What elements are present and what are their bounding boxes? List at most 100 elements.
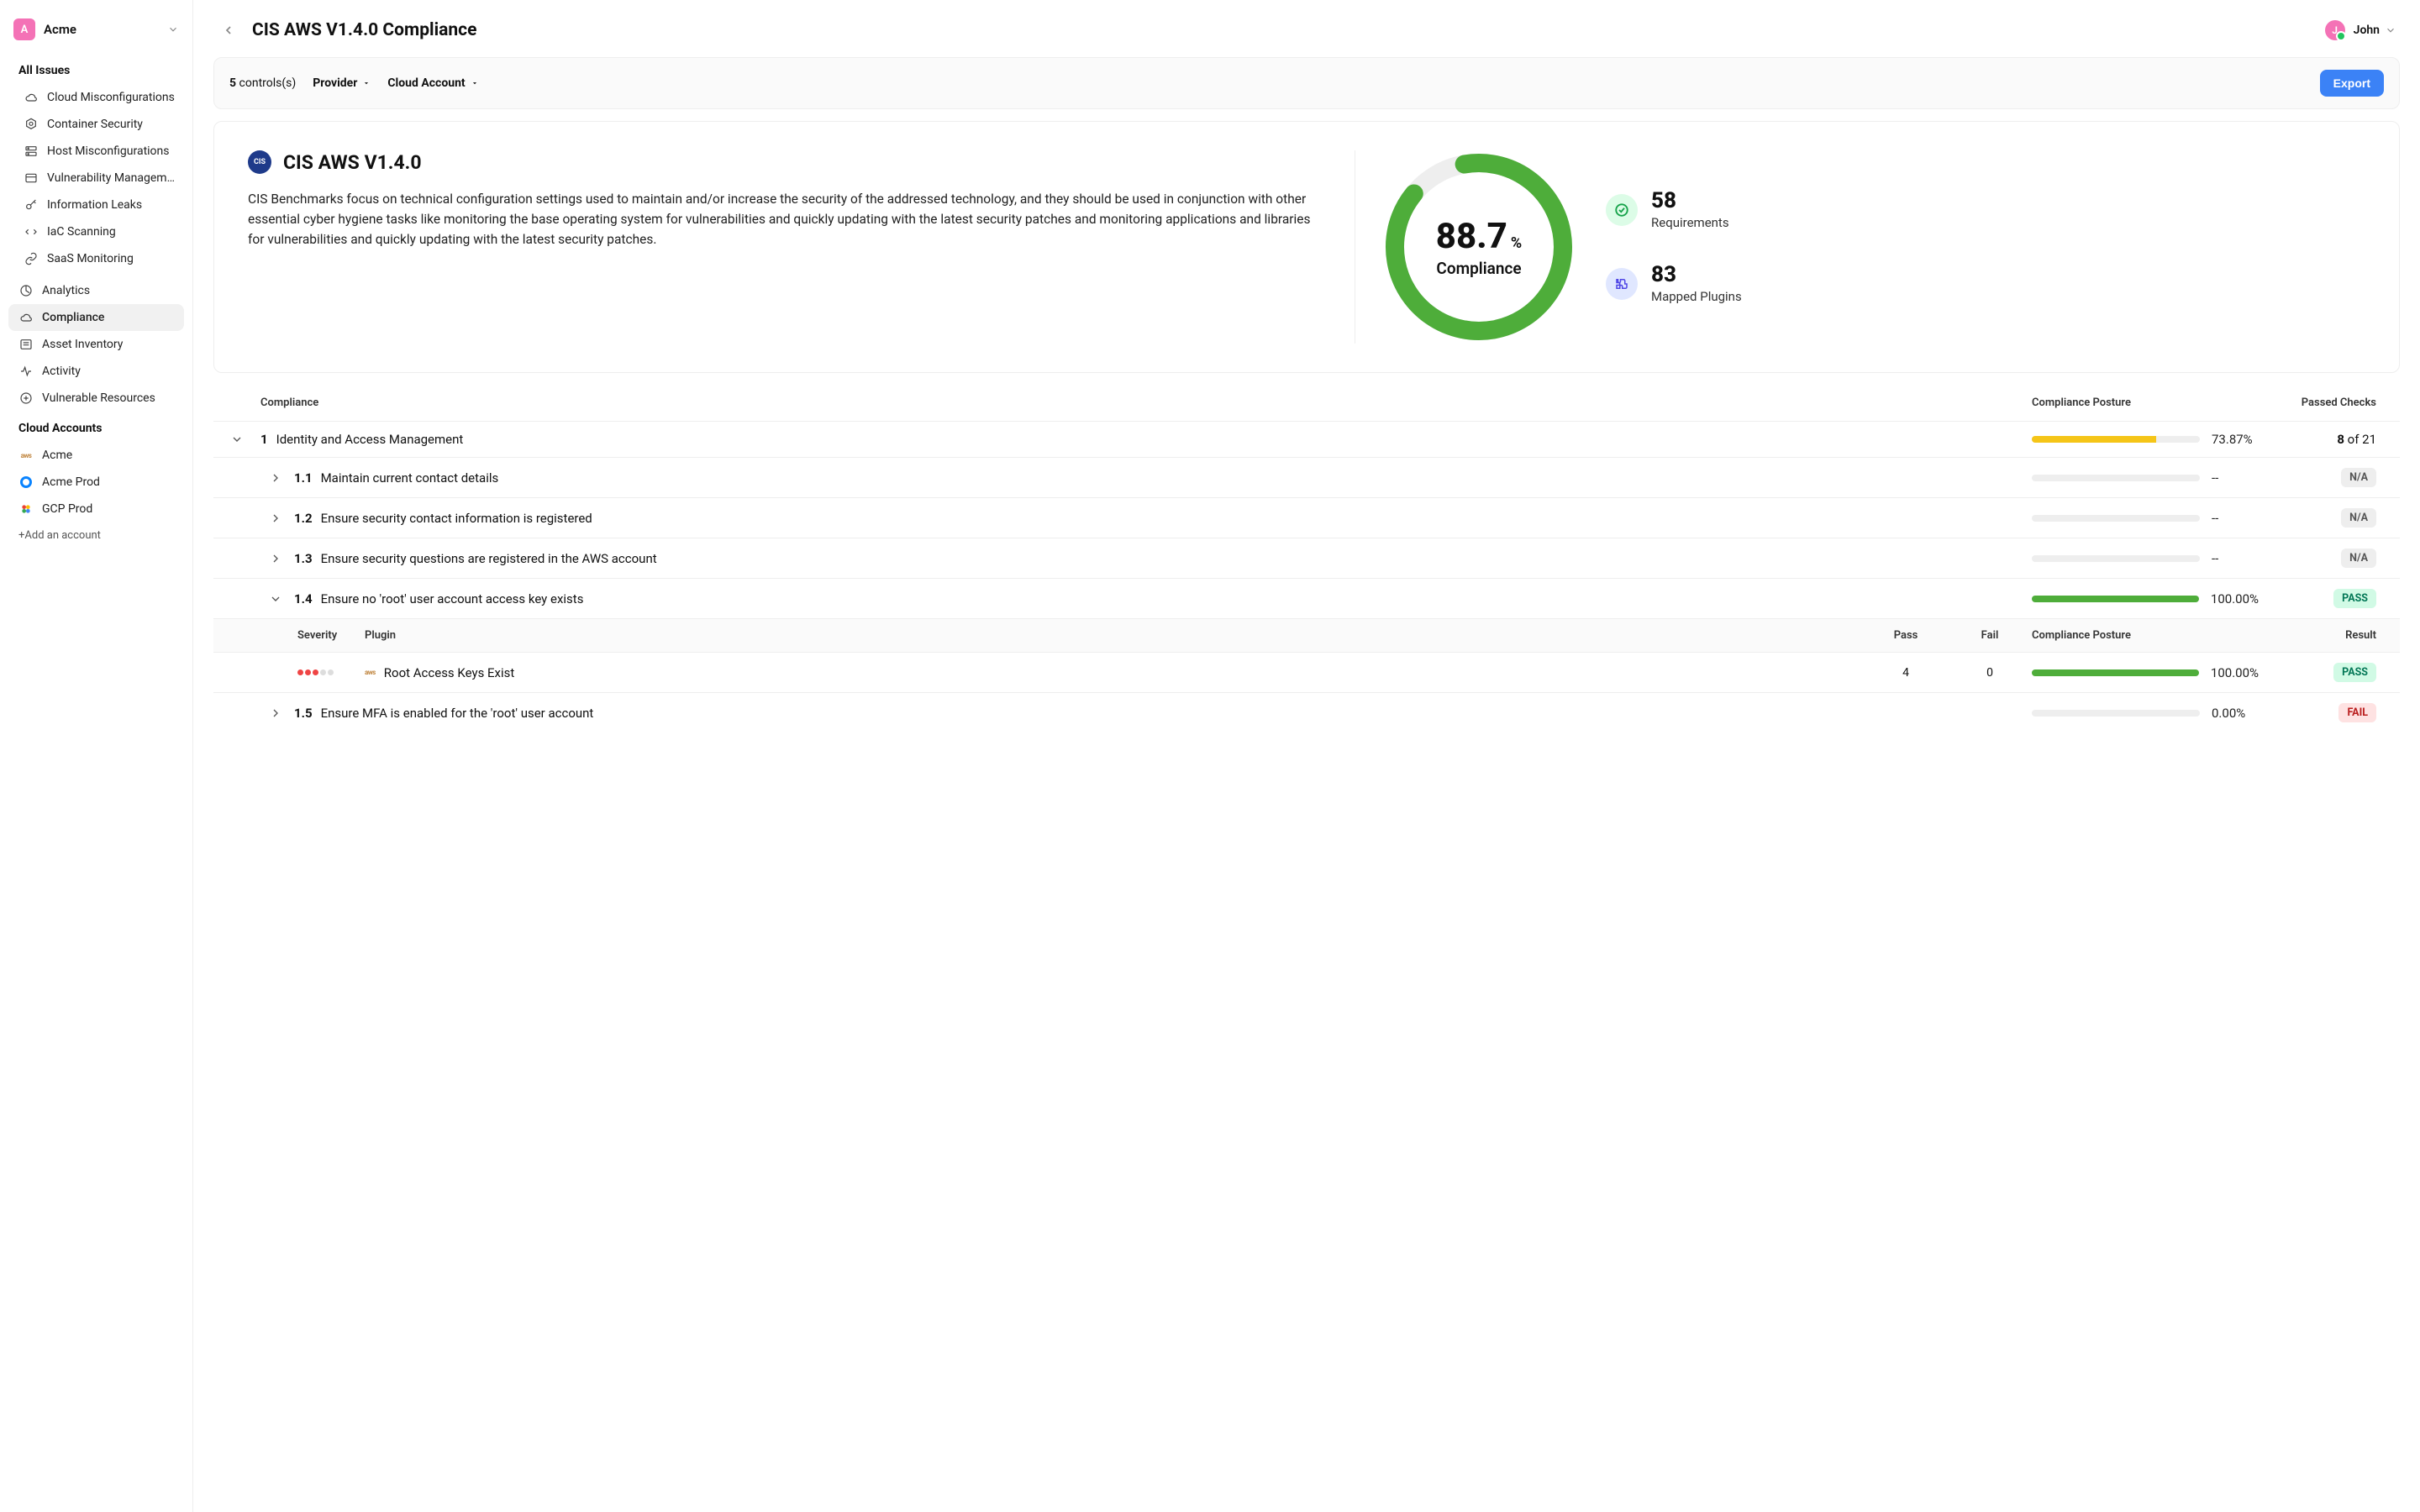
export-button[interactable]: Export <box>2320 70 2384 97</box>
table-row[interactable]: 1.1 Maintain current contact details -- … <box>213 457 2400 497</box>
check-circle-icon <box>1606 194 1638 226</box>
chevron-left-icon <box>222 24 235 37</box>
gcp-icon <box>18 501 34 517</box>
back-button[interactable] <box>217 18 240 42</box>
posture-bar <box>2032 475 2200 481</box>
expand-toggle[interactable] <box>227 433 247 446</box>
expand-toggle[interactable] <box>266 552 286 565</box>
table-row[interactable]: 1.3 Ensure security questions are regist… <box>213 538 2400 578</box>
main: CIS AWS V1.4.0 Compliance J John 5 contr… <box>193 0 2420 1512</box>
code-icon <box>24 224 39 239</box>
cis-badge-icon: CIS <box>248 150 271 174</box>
compliance-label: Compliance <box>1436 259 1521 278</box>
sidebar-issue-1[interactable]: Container Security <box>8 111 184 138</box>
filter-bar: 5 controls(s) Provider Cloud Account Exp… <box>213 57 2400 109</box>
user-menu[interactable]: J John <box>2325 20 2396 40</box>
activity-icon <box>18 364 34 379</box>
cloud-account-dropdown[interactable]: Cloud Account <box>387 76 478 90</box>
chevron-down-icon <box>230 433 244 446</box>
expand-toggle[interactable] <box>266 471 286 485</box>
link-icon <box>24 251 39 266</box>
sidebar-main-4[interactable]: Vulnerable Resources <box>8 385 184 412</box>
sidebar-issue-3[interactable]: Vulnerability Managem… <box>8 165 184 192</box>
table-section-row[interactable]: 1 Identity and Access Management 73.87% … <box>213 421 2400 457</box>
extension-icon <box>1606 268 1638 300</box>
chevron-icon <box>269 512 282 525</box>
plugin-row[interactable]: aws Root Access Keys Exist 4 0 100.00% P… <box>213 652 2400 692</box>
chevron-down-icon <box>167 24 179 35</box>
avatar: J <box>2325 20 2345 40</box>
user-name: John <box>2354 24 2380 37</box>
posture-bar <box>2032 555 2200 562</box>
sidebar-issue-6[interactable]: SaaS Monitoring <box>8 245 184 272</box>
provider-dropdown[interactable]: Provider <box>313 76 371 90</box>
key-icon <box>24 197 39 213</box>
expand-toggle[interactable] <box>266 512 286 525</box>
overview-title: CIS AWS V1.4.0 <box>283 151 422 174</box>
cloud-icon <box>24 90 39 105</box>
section-cloud-accounts: Cloud Accounts <box>8 417 184 440</box>
posture-bar <box>2032 596 2199 602</box>
sidebar-issue-2[interactable]: Host Misconfigurations <box>8 138 184 165</box>
expand-toggle[interactable] <box>266 592 286 606</box>
controls-count: 5 controls(s) <box>229 76 296 90</box>
sidebar-account-2[interactable]: GCP Prod <box>8 496 184 522</box>
status-badge: FAIL <box>2338 703 2376 722</box>
sidebar: A Acme All Issues Cloud Misconfiguration… <box>0 0 193 1512</box>
circle-plus-icon <box>18 391 34 406</box>
org-switcher[interactable]: A Acme <box>8 15 184 44</box>
compliance-value: 88.7 <box>1436 216 1507 257</box>
sidebar-issue-5[interactable]: IaC Scanning <box>8 218 184 245</box>
sidebar-main-3[interactable]: Activity <box>8 358 184 385</box>
topbar: CIS AWS V1.4.0 Compliance J John <box>193 0 2420 57</box>
posture-bar <box>2032 436 2200 443</box>
checks-value: 8 of 21 <box>2259 432 2376 447</box>
org-name: Acme <box>44 22 159 37</box>
aws-icon: aws <box>18 448 34 463</box>
stat-plugins: 83 Mapped Plugins <box>1606 264 1742 304</box>
stat-requirements: 58 Requirements <box>1606 190 1742 230</box>
chevron-icon <box>269 471 282 485</box>
posture-bar <box>2032 669 2199 676</box>
status-badge: N/A <box>2341 549 2376 568</box>
chevron-icon <box>269 552 282 565</box>
add-account-link[interactable]: +Add an account <box>8 522 184 549</box>
page-title: CIS AWS V1.4.0 Compliance <box>252 20 2313 40</box>
chevron-down-icon <box>2385 24 2396 36</box>
status-badge: N/A <box>2341 468 2376 487</box>
posture-bar <box>2032 710 2200 717</box>
sidebar-main-1[interactable]: Compliance <box>8 304 184 331</box>
sidebar-account-1[interactable]: Acme Prod <box>8 469 184 496</box>
expand-toggle[interactable] <box>266 706 286 720</box>
chevron-icon <box>269 706 282 720</box>
list-icon <box>18 337 34 352</box>
sidebar-issue-4[interactable]: Information Leaks <box>8 192 184 218</box>
severity-dots <box>297 669 365 675</box>
sidebar-account-0[interactable]: aws Acme <box>8 442 184 469</box>
cloud-icon <box>18 310 34 325</box>
posture-bar <box>2032 515 2200 522</box>
card-icon <box>24 171 39 186</box>
table-header: Compliance Compliance Posture Passed Che… <box>213 385 2400 421</box>
sidebar-issue-0[interactable]: Cloud Misconfigurations <box>8 84 184 111</box>
table-row[interactable]: 1.2 Ensure security contact information … <box>213 497 2400 538</box>
aws-icon: aws <box>365 669 376 676</box>
host-icon <box>24 144 39 159</box>
analytics-icon <box>18 283 34 298</box>
do-icon <box>18 475 34 490</box>
table-row[interactable]: 1.4 Ensure no 'root' user account access… <box>213 578 2400 618</box>
sidebar-main-0[interactable]: Analytics <box>8 277 184 304</box>
plugin-subheader: Severity Plugin Pass Fail Compliance Pos… <box>213 618 2400 652</box>
compliance-ring: 88.7% Compliance <box>1382 150 1576 344</box>
overview-description: CIS Benchmarks focus on technical config… <box>248 189 1329 249</box>
org-badge: A <box>13 18 35 40</box>
status-badge: PASS <box>2333 663 2376 682</box>
hex-icon <box>24 117 39 132</box>
caret-down-icon <box>471 79 479 87</box>
table-row[interactable]: 1.5 Ensure MFA is enabled for the 'root'… <box>213 692 2400 732</box>
chevron-icon <box>269 592 282 606</box>
section-all-issues: All Issues <box>8 59 184 82</box>
caret-down-icon <box>362 79 371 87</box>
sidebar-main-2[interactable]: Asset Inventory <box>8 331 184 358</box>
overview-card: CIS CIS AWS V1.4.0 CIS Benchmarks focus … <box>213 121 2400 373</box>
